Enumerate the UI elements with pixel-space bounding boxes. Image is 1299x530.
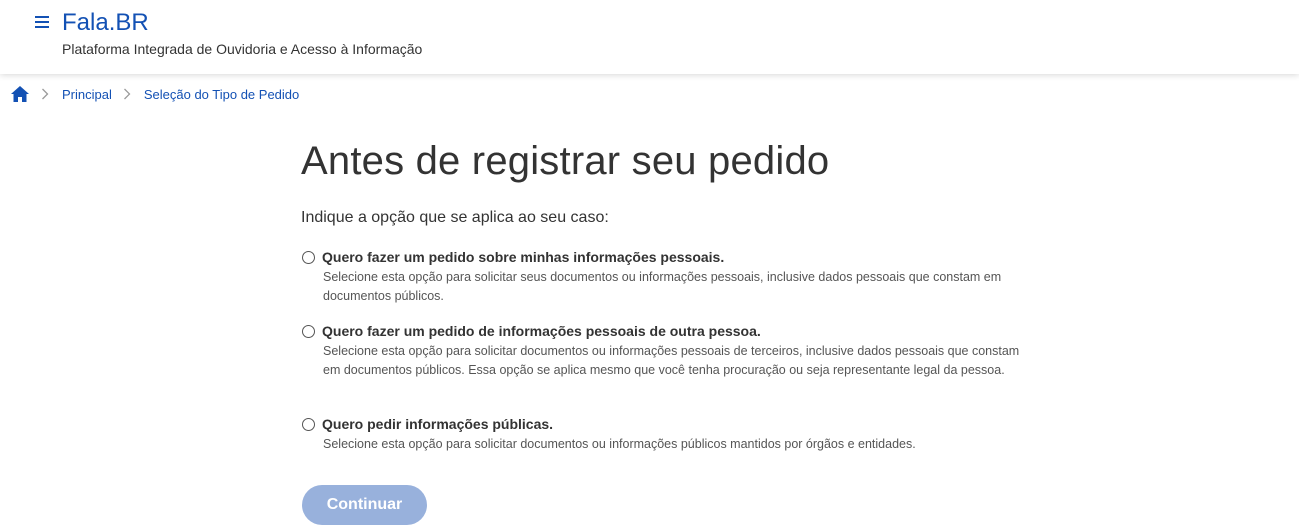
option-description: Selecione esta opção para solicitar docu… bbox=[323, 344, 1020, 377]
breadcrumb-link-principal[interactable]: Principal bbox=[62, 87, 112, 102]
breadcrumb: Principal Seleção do Tipo de Pedido bbox=[10, 84, 299, 104]
option-description: Selecione esta opção para solicitar docu… bbox=[323, 437, 916, 451]
radio-personal-info[interactable] bbox=[302, 251, 315, 264]
radio-public-info[interactable] bbox=[302, 418, 315, 431]
app-subtitle: Plataforma Integrada de Ouvidoria e Aces… bbox=[62, 41, 423, 57]
option-label[interactable]: Quero pedir informações públicas. bbox=[322, 416, 553, 432]
radio-third-party-info[interactable] bbox=[302, 325, 315, 338]
chevron-right-icon bbox=[37, 86, 53, 102]
home-icon[interactable] bbox=[10, 85, 30, 103]
hamburger-menu-icon[interactable] bbox=[34, 14, 50, 30]
option-prompt: Indique a opção que se aplica ao seu cas… bbox=[301, 209, 609, 226]
chevron-right-icon bbox=[119, 86, 135, 102]
page-title: Antes de registrar seu pedido bbox=[301, 139, 830, 183]
option-label[interactable]: Quero fazer um pedido de informações pes… bbox=[322, 323, 761, 339]
top-header: Fala.BR Plataforma Integrada de Ouvidori… bbox=[0, 0, 1299, 74]
app-title[interactable]: Fala.BR bbox=[62, 8, 149, 38]
option-label[interactable]: Quero fazer um pedido sobre minhas infor… bbox=[322, 249, 724, 265]
option-description: Selecione esta opção para solicitar seus… bbox=[323, 270, 1002, 303]
continue-button[interactable]: Continuar bbox=[302, 485, 427, 525]
main-content: Antes de registrar seu pedido Indique a … bbox=[301, 130, 1041, 525]
breadcrumb-link-selecao-tipo-pedido[interactable]: Seleção do Tipo de Pedido bbox=[144, 87, 299, 102]
